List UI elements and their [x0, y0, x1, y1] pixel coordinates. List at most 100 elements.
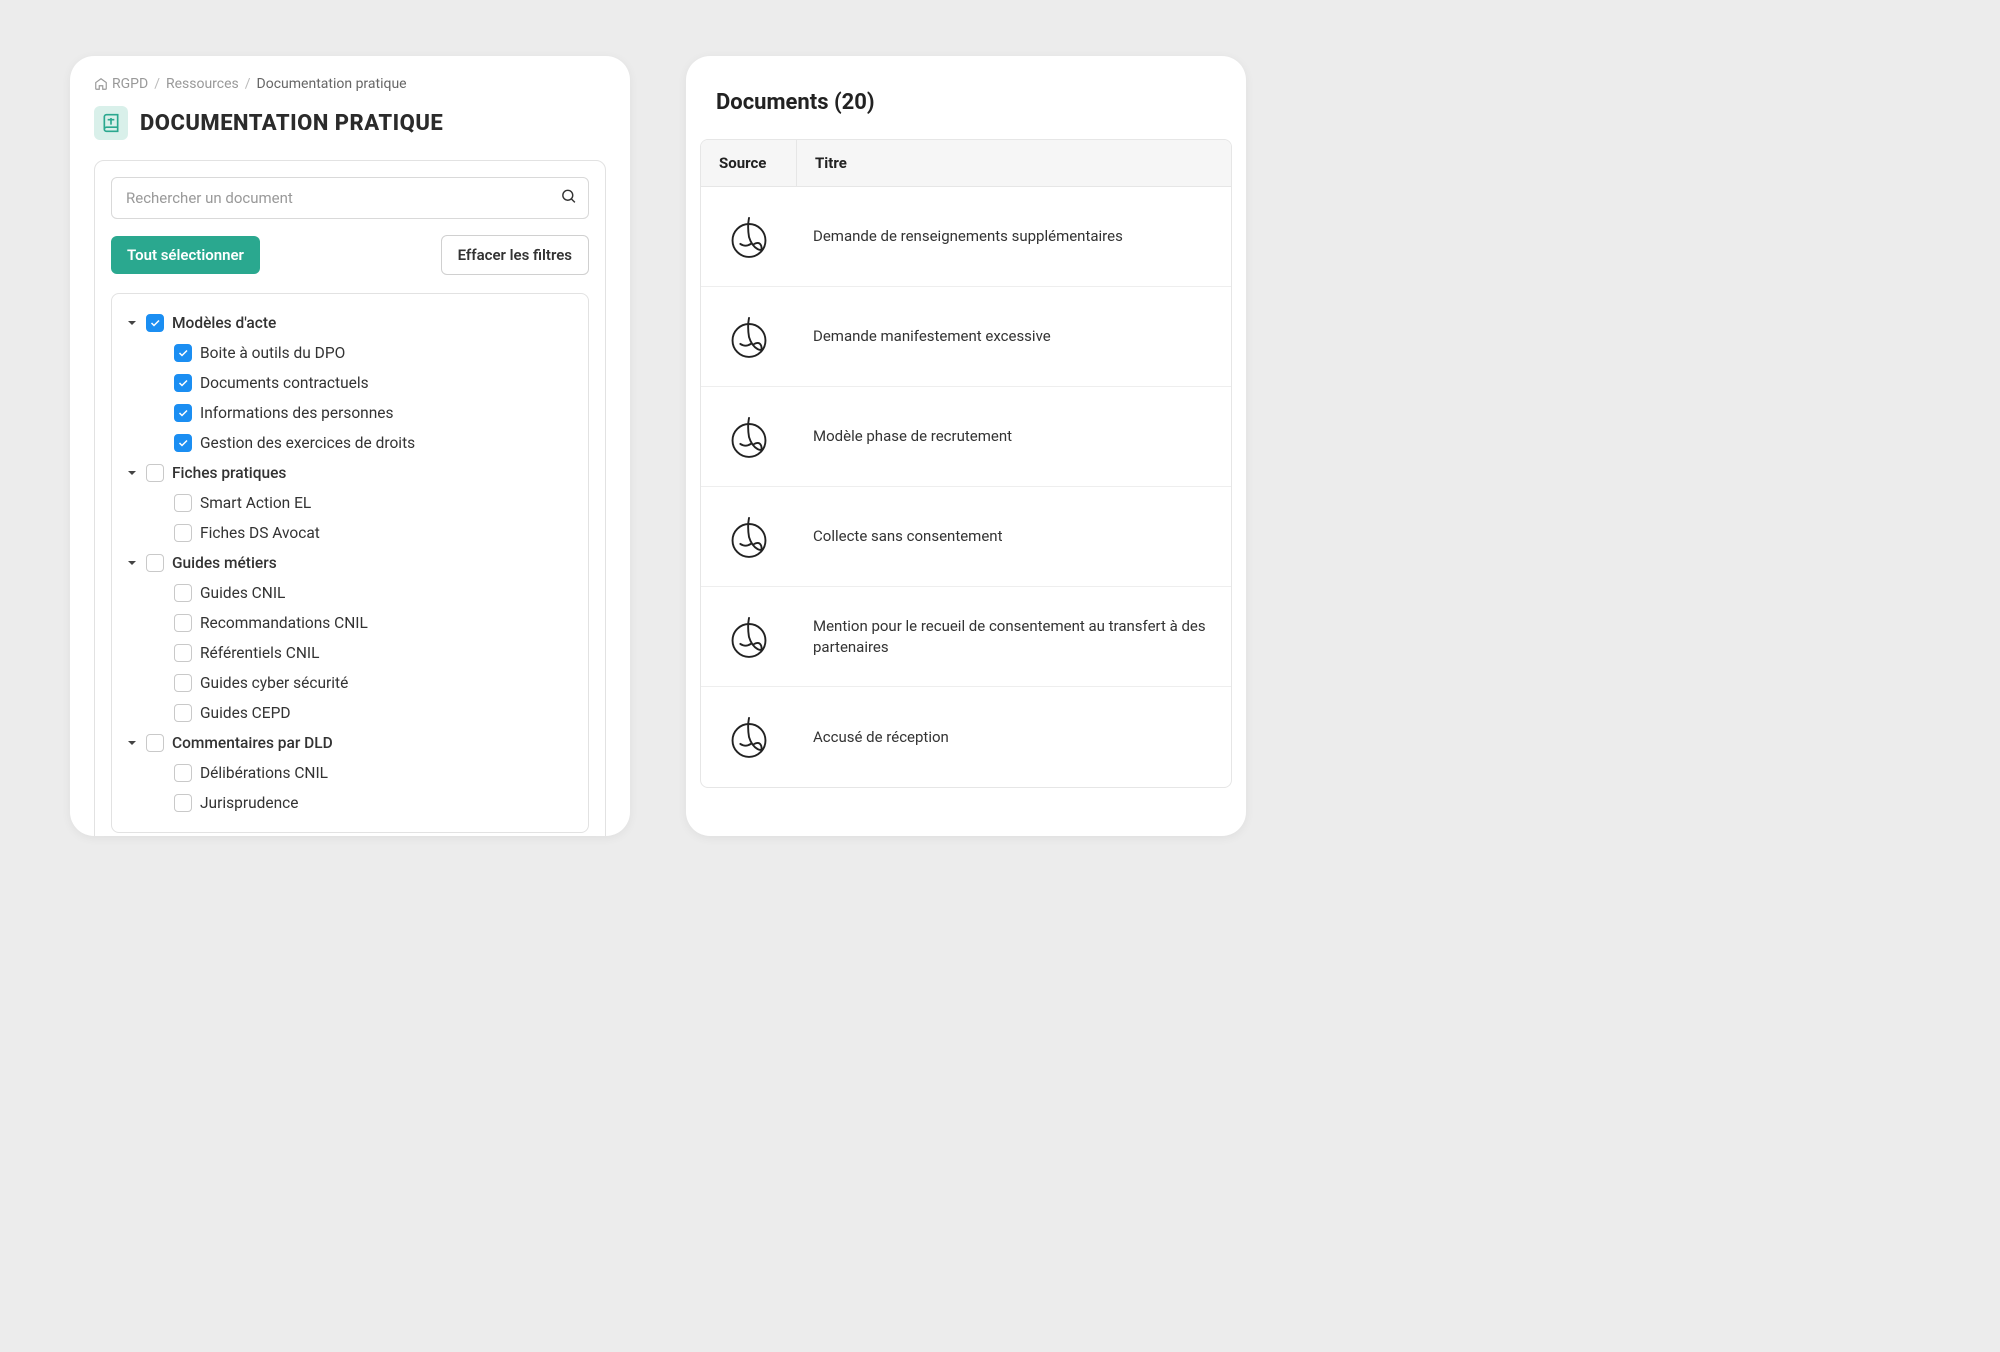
- tree-label: Recommandations CNIL: [200, 614, 368, 632]
- breadcrumb-root-label: RGPD: [112, 76, 148, 92]
- tree-label: Jurisprudence: [200, 794, 298, 812]
- tree-parent[interactable]: Modèles d'acte: [122, 308, 578, 338]
- checkbox[interactable]: [146, 464, 164, 482]
- tree-child[interactable]: Jurisprudence: [122, 788, 578, 818]
- tree-label: Fiches DS Avocat: [200, 524, 320, 542]
- tree-child[interactable]: Gestion des exercices de droits: [122, 428, 578, 458]
- tree-label: Référentiels CNIL: [200, 644, 319, 662]
- tree-child[interactable]: Fiches DS Avocat: [122, 518, 578, 548]
- tree-child[interactable]: Guides CEPD: [122, 698, 578, 728]
- breadcrumb-sep: /: [245, 76, 251, 92]
- tree-child[interactable]: Smart Action EL: [122, 488, 578, 518]
- source-logo-icon: [723, 511, 775, 563]
- checkbox[interactable]: [174, 494, 192, 512]
- documents-title: Documents (20): [686, 56, 1246, 139]
- tree-label: Guides CNIL: [200, 584, 285, 602]
- cell-title: Demande de renseignements supplémentaire…: [797, 208, 1231, 265]
- tree-child[interactable]: Guides cyber sécurité: [122, 668, 578, 698]
- home-icon: [94, 77, 108, 91]
- checkbox[interactable]: [174, 584, 192, 602]
- checkbox[interactable]: [174, 344, 192, 362]
- table-row[interactable]: Demande manifestement excessive: [701, 287, 1231, 387]
- cell-source: [701, 211, 797, 263]
- tree-label: Délibérations CNIL: [200, 764, 328, 782]
- checkbox[interactable]: [174, 674, 192, 692]
- checkbox[interactable]: [174, 794, 192, 812]
- checkbox[interactable]: [174, 764, 192, 782]
- breadcrumb-root[interactable]: RGPD: [94, 76, 148, 92]
- table-header: Source Titre: [701, 140, 1231, 187]
- breadcrumb-mid[interactable]: Ressources: [166, 76, 239, 92]
- cell-title: Demande manifestement excessive: [797, 308, 1231, 365]
- filter-panel: RGPD / Ressources / Documentation pratiq…: [70, 56, 630, 836]
- clear-filters-button[interactable]: Effacer les filtres: [441, 235, 589, 275]
- checkbox[interactable]: [146, 554, 164, 572]
- source-logo-icon: [723, 411, 775, 463]
- checkbox[interactable]: [146, 734, 164, 752]
- select-all-button[interactable]: Tout sélectionner: [111, 236, 260, 274]
- caret-icon[interactable]: [126, 557, 138, 569]
- tree-child[interactable]: Recommandations CNIL: [122, 608, 578, 638]
- breadcrumb-sep: /: [154, 76, 160, 92]
- documents-panel: Documents (20) Source Titre Demande de r…: [686, 56, 1246, 836]
- documents-table: Source Titre Demande de renseignements s…: [700, 139, 1232, 788]
- tree-label: Guides CEPD: [200, 704, 291, 722]
- table-row[interactable]: Demande de renseignements supplémentaire…: [701, 187, 1231, 287]
- tree-label: Documents contractuels: [200, 374, 369, 392]
- cell-source: [701, 511, 797, 563]
- cell-source: [701, 611, 797, 663]
- tree-label: Guides métiers: [172, 554, 277, 572]
- source-logo-icon: [723, 211, 775, 263]
- tree-label: Guides cyber sécurité: [200, 674, 348, 692]
- col-title[interactable]: Titre: [797, 140, 865, 186]
- tree-label: Informations des personnes: [200, 404, 394, 422]
- page-title-row: DOCUMENTATION PRATIQUE: [70, 92, 630, 160]
- source-logo-icon: [723, 311, 775, 363]
- col-source[interactable]: Source: [701, 140, 797, 186]
- table-row[interactable]: Mention pour le recueil de consentement …: [701, 587, 1231, 687]
- cell-title: Accusé de réception: [797, 709, 1231, 766]
- table-row[interactable]: Accusé de réception: [701, 687, 1231, 787]
- checkbox[interactable]: [174, 644, 192, 662]
- cell-title: Collecte sans consentement: [797, 508, 1231, 565]
- caret-icon[interactable]: [126, 317, 138, 329]
- tree-child[interactable]: Guides CNIL: [122, 578, 578, 608]
- cell-source: [701, 411, 797, 463]
- checkbox[interactable]: [174, 524, 192, 542]
- checkbox[interactable]: [174, 614, 192, 632]
- search-input[interactable]: [111, 177, 589, 219]
- table-body: Demande de renseignements supplémentaire…: [701, 187, 1231, 787]
- checkbox[interactable]: [174, 374, 192, 392]
- breadcrumb: RGPD / Ressources / Documentation pratiq…: [70, 56, 630, 92]
- caret-icon[interactable]: [126, 467, 138, 479]
- tree-label: Commentaires par DLD: [172, 734, 333, 752]
- search-icon[interactable]: [560, 188, 577, 209]
- cell-source: [701, 311, 797, 363]
- checkbox[interactable]: [174, 404, 192, 422]
- caret-icon[interactable]: [126, 737, 138, 749]
- tree-label: Fiches pratiques: [172, 464, 286, 482]
- table-row[interactable]: Modèle phase de recrutement: [701, 387, 1231, 487]
- button-row: Tout sélectionner Effacer les filtres: [111, 235, 589, 275]
- checkbox[interactable]: [146, 314, 164, 332]
- filter-tree: Modèles d'acte Boite à outils du DPO Doc…: [111, 293, 589, 833]
- tree-parent[interactable]: Fiches pratiques: [122, 458, 578, 488]
- checkbox[interactable]: [174, 434, 192, 452]
- tree-child[interactable]: Référentiels CNIL: [122, 638, 578, 668]
- tree-parent[interactable]: Guides métiers: [122, 548, 578, 578]
- source-logo-icon: [723, 611, 775, 663]
- tree-child[interactable]: Boite à outils du DPO: [122, 338, 578, 368]
- tree-parent[interactable]: Commentaires par DLD: [122, 728, 578, 758]
- search-wrap: [111, 177, 589, 219]
- table-row[interactable]: Collecte sans consentement: [701, 487, 1231, 587]
- checkbox[interactable]: [174, 704, 192, 722]
- cell-source: [701, 711, 797, 763]
- tree-child[interactable]: Informations des personnes: [122, 398, 578, 428]
- tree-label: Gestion des exercices de droits: [200, 434, 415, 452]
- book-icon: [94, 106, 128, 140]
- cell-title: Modèle phase de recrutement: [797, 408, 1231, 465]
- tree-child[interactable]: Délibérations CNIL: [122, 758, 578, 788]
- tree-child[interactable]: Documents contractuels: [122, 368, 578, 398]
- page-title: DOCUMENTATION PRATIQUE: [140, 111, 443, 136]
- breadcrumb-current: Documentation pratique: [257, 76, 407, 92]
